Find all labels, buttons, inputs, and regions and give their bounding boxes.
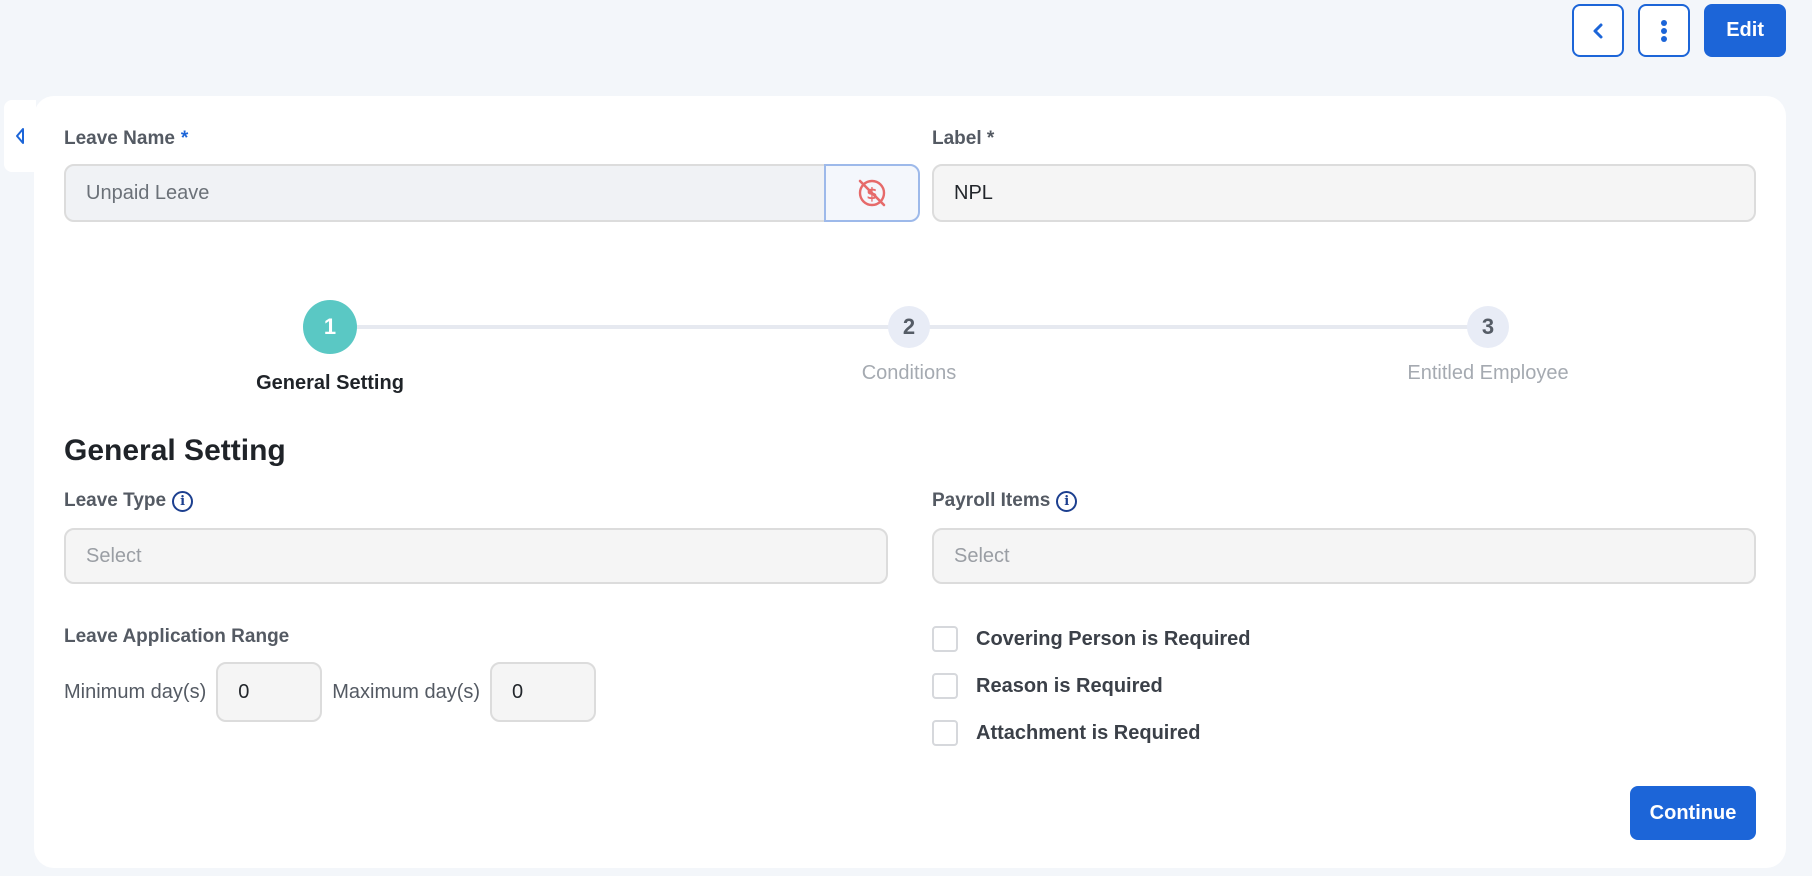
leave-name-label: Leave Name *: [64, 128, 188, 150]
max-days-label: Maximum day(s): [332, 680, 481, 703]
reason-checkbox-row[interactable]: Reason is Required: [932, 673, 1163, 699]
leave-name-label-text: Leave Name: [64, 128, 175, 149]
payroll-items-placeholder: Select: [954, 544, 1010, 567]
caret-left-icon: [16, 128, 24, 144]
payroll-items-label-text: Payroll Items: [932, 490, 1051, 511]
step-1-label[interactable]: General Setting: [180, 372, 480, 395]
attachment-label: Attachment is Required: [976, 721, 1201, 744]
collapse-panel-button[interactable]: [4, 100, 36, 172]
payroll-items-label: Payroll Items i: [932, 490, 1078, 512]
step-1-circle[interactable]: 1: [303, 300, 357, 354]
attachment-checkbox[interactable]: [932, 720, 958, 746]
required-mark: *: [180, 128, 189, 149]
info-icon[interactable]: i: [1056, 490, 1078, 512]
section-title: General Setting: [64, 434, 286, 467]
leave-name-value: Unpaid Leave: [86, 181, 210, 204]
leave-type-placeholder: Select: [86, 544, 142, 567]
leave-type-label: Leave Type i: [64, 490, 194, 512]
leave-type-label-text: Leave Type: [64, 490, 167, 511]
payroll-items-select[interactable]: Select: [932, 528, 1756, 584]
info-icon[interactable]: i: [172, 490, 194, 512]
covering-person-label: Covering Person is Required: [976, 627, 1251, 650]
stepper-line-2: [924, 325, 1504, 329]
leave-range-label-text: Leave Application Range: [64, 626, 290, 647]
continue-button[interactable]: Continue: [1630, 786, 1756, 840]
covering-person-checkbox-row[interactable]: Covering Person is Required: [932, 626, 1251, 652]
leave-range-label: Leave Application Range: [64, 626, 289, 648]
min-days-input[interactable]: 0: [216, 662, 323, 722]
covering-person-checkbox[interactable]: [932, 626, 958, 652]
more-options-button[interactable]: [1638, 4, 1691, 57]
leave-range-row: Minimum day(s) 0 Maximum day(s) 0: [64, 662, 597, 722]
step-3-label[interactable]: Entitled Employee: [1338, 362, 1638, 385]
step-2-circle[interactable]: 2: [888, 306, 930, 348]
reason-checkbox[interactable]: [932, 673, 958, 699]
edit-button[interactable]: Edit: [1704, 4, 1786, 57]
no-pay-icon: $: [858, 179, 886, 207]
label-field-label: Label *: [932, 128, 994, 150]
min-days-label: Minimum day(s): [64, 680, 207, 703]
leave-form-card: Leave Name * Unpaid Leave $ Label * NPL …: [34, 96, 1786, 868]
chevron-left-icon: [1593, 23, 1603, 38]
more-vertical-icon: [1661, 19, 1668, 42]
stepper-line-1: [330, 325, 924, 329]
step-2-label[interactable]: Conditions: [759, 362, 1059, 385]
attachment-checkbox-row[interactable]: Attachment is Required: [932, 720, 1200, 746]
label-input[interactable]: NPL: [932, 164, 1756, 222]
leave-type-select[interactable]: Select: [64, 528, 888, 584]
label-value: NPL: [954, 181, 993, 204]
top-actions: Edit: [1572, 4, 1786, 57]
max-days-value: 0: [512, 680, 524, 703]
reason-label: Reason is Required: [976, 674, 1163, 697]
max-days-input[interactable]: 0: [490, 662, 597, 722]
label-field-label-text: Label *: [932, 128, 995, 149]
min-days-value: 0: [238, 680, 250, 703]
paid-toggle-button[interactable]: $: [824, 164, 920, 222]
step-3-circle[interactable]: 3: [1467, 306, 1509, 348]
back-button[interactable]: [1572, 4, 1625, 57]
leave-name-input[interactable]: Unpaid Leave: [64, 164, 826, 222]
